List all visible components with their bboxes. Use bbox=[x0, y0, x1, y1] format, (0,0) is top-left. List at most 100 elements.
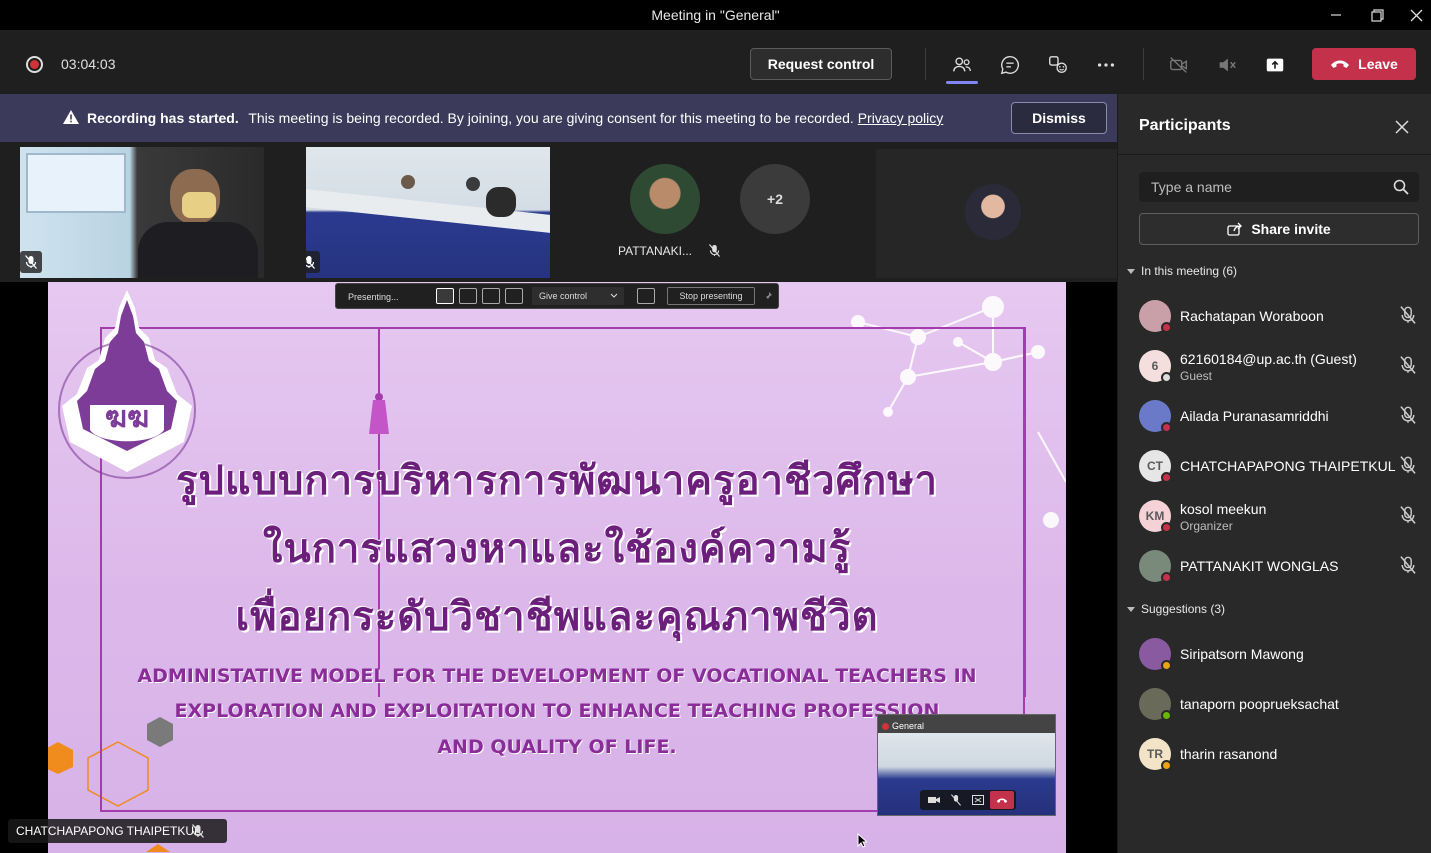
presenting-status: Presenting... bbox=[348, 292, 399, 302]
avatar-initials: KM bbox=[1145, 509, 1165, 523]
participant-role: Organizer bbox=[1180, 519, 1233, 533]
recording-banner-text: Recording has started. This meeting is b… bbox=[87, 110, 943, 126]
leave-label: Leave bbox=[1358, 56, 1398, 72]
restore-icon[interactable] bbox=[1359, 3, 1395, 27]
participant-row[interactable]: CT CHATCHAPAPONG THAIPETKUL bbox=[1118, 440, 1431, 490]
participant-row[interactable]: Ailada Puranasamriddhi bbox=[1118, 390, 1431, 440]
toolbar-divider bbox=[925, 48, 926, 80]
hang-up-icon bbox=[1331, 60, 1350, 68]
share-invite-button[interactable]: Share invite bbox=[1139, 213, 1419, 245]
mic-off-icon[interactable] bbox=[1399, 456, 1417, 474]
participant-avatar bbox=[965, 184, 1021, 240]
close-window-icon[interactable] bbox=[1398, 3, 1431, 27]
active-speaker-name: CHATCHAPAPONG THAIPETKUL bbox=[16, 824, 201, 838]
person-body bbox=[486, 187, 516, 217]
avatar-initials: TR bbox=[1147, 747, 1163, 761]
in-meeting-section-header[interactable]: In this meeting (6) bbox=[1127, 264, 1237, 278]
participants-panel: Participants Share invite In this meetin… bbox=[1117, 94, 1431, 853]
window-title: Meeting in "General" bbox=[651, 7, 780, 23]
mic-off-icon bbox=[192, 824, 204, 838]
slide-thai-title-line-1: รูปแบบการบริหารการพัฒนาครูอาชีวศึกษา bbox=[175, 458, 939, 504]
mic-off-icon[interactable] bbox=[1399, 506, 1417, 524]
mic-off-icon[interactable] bbox=[951, 794, 961, 806]
projected-screen bbox=[26, 153, 126, 213]
hang-up-icon bbox=[996, 798, 1008, 803]
person-head bbox=[401, 175, 415, 189]
participant-row[interactable]: tanaporn pooprueksachat bbox=[1118, 678, 1431, 728]
suggestions-section-label: Suggestions (3) bbox=[1141, 602, 1226, 616]
chat-icon[interactable] bbox=[995, 50, 1025, 80]
pin-icon[interactable] bbox=[763, 291, 773, 301]
layout-standout-icon[interactable] bbox=[459, 288, 477, 304]
participant-avatar[interactable] bbox=[630, 164, 700, 234]
share-tray-icon[interactable] bbox=[972, 795, 984, 805]
participant-row[interactable]: KM kosol meekun Organizer bbox=[1118, 490, 1431, 540]
suggestions-section-header[interactable]: Suggestions (3) bbox=[1127, 602, 1225, 616]
search-icon[interactable] bbox=[1392, 178, 1410, 196]
layout-reporter-icon[interactable] bbox=[505, 288, 523, 304]
video-strip: +2 PATTANAKI... bbox=[0, 142, 1117, 282]
toolbar-divider bbox=[1143, 48, 1144, 80]
participant-row[interactable]: Rachatapan Woraboon bbox=[1118, 290, 1431, 340]
mouse-cursor-icon bbox=[857, 833, 867, 848]
request-control-button[interactable]: Request control bbox=[750, 48, 892, 80]
participant-row[interactable]: PATTANAKIT WONGLAS bbox=[1118, 540, 1431, 590]
participant-search-input[interactable] bbox=[1139, 172, 1389, 202]
presence-status-icon bbox=[1161, 372, 1172, 383]
more-participants-button[interactable]: +2 bbox=[740, 164, 810, 234]
layout-side-by-side-icon[interactable] bbox=[482, 288, 500, 304]
video-tile[interactable] bbox=[876, 149, 1117, 278]
participant-row[interactable]: TR tharin rasanond bbox=[1118, 728, 1431, 778]
active-speaker-label: CHATCHAPAPONG THAIPETKUL bbox=[8, 819, 227, 843]
mic-off-icon bbox=[709, 244, 721, 257]
participant-name-text: PATTANAKI... bbox=[618, 244, 693, 258]
person-body bbox=[138, 222, 258, 278]
breakout-rooms-icon[interactable] bbox=[1043, 50, 1073, 80]
camera-icon[interactable] bbox=[928, 795, 940, 805]
slide-english-line-1: ADMINISTATIVE MODEL FOR THE DEVELOPMENT … bbox=[137, 665, 977, 687]
in-meeting-section-label: In this meeting (6) bbox=[1141, 264, 1238, 278]
include-audio-icon[interactable] bbox=[637, 288, 655, 304]
video-tile[interactable] bbox=[306, 147, 550, 278]
slide-thai-title-line-2: ในการแสวงหาและใช้องค์ความรู้ bbox=[262, 526, 852, 572]
participant-name: PATTANAKIT WONGLAS bbox=[1180, 558, 1339, 574]
participant-name: Rachatapan Woraboon bbox=[1180, 308, 1324, 324]
mic-off-icon[interactable] bbox=[1399, 556, 1417, 574]
presenting-control-bar: Presenting... Give control Stop presenti… bbox=[335, 283, 779, 309]
camera-off-icon[interactable] bbox=[1164, 50, 1194, 80]
title-bar: Meeting in "General" bbox=[0, 0, 1431, 30]
give-control-dropdown[interactable]: Give control bbox=[532, 287, 624, 305]
speaker-muted-icon[interactable] bbox=[1212, 50, 1242, 80]
mic-off-icon[interactable] bbox=[1399, 306, 1417, 324]
minimize-icon[interactable] bbox=[1318, 3, 1354, 27]
participant-name: tharin rasanond bbox=[1180, 746, 1278, 762]
more-actions-icon[interactable] bbox=[1091, 50, 1121, 80]
participant-name: tanaporn pooprueksachat bbox=[1180, 696, 1339, 712]
video-tile[interactable] bbox=[20, 147, 264, 278]
participants-icon[interactable] bbox=[947, 50, 977, 80]
mini-hang-up-button[interactable] bbox=[990, 791, 1014, 809]
dismiss-button[interactable]: Dismiss bbox=[1011, 102, 1107, 134]
mini-meeting-window[interactable]: General bbox=[877, 714, 1056, 816]
privacy-policy-link[interactable]: Privacy policy bbox=[858, 110, 944, 126]
recording-indicator-icon bbox=[26, 56, 43, 73]
participant-name: CHATCHAPAPONG THAIPETKUL bbox=[1180, 458, 1396, 474]
participant-role: Guest bbox=[1180, 369, 1213, 383]
avatar-initials: CT bbox=[1147, 459, 1163, 473]
participants-active-indicator bbox=[946, 81, 978, 84]
mic-off-icon[interactable] bbox=[1399, 406, 1417, 424]
layout-content-only-icon[interactable] bbox=[436, 288, 454, 304]
presence-status-icon bbox=[1161, 760, 1172, 771]
participant-row[interactable]: Siripatsorn Mawong bbox=[1118, 628, 1431, 678]
leave-button[interactable]: Leave bbox=[1312, 48, 1416, 80]
stop-presenting-button[interactable]: Stop presenting bbox=[667, 287, 755, 305]
share-screen-icon[interactable] bbox=[1260, 50, 1290, 80]
presence-status-icon bbox=[1161, 660, 1172, 671]
close-panel-icon[interactable] bbox=[1391, 116, 1413, 138]
warning-icon bbox=[63, 110, 79, 124]
person-head bbox=[466, 177, 480, 191]
mic-off-icon[interactable] bbox=[1399, 356, 1417, 374]
mini-controls bbox=[920, 790, 1016, 810]
participant-row[interactable]: 6 62160184@up.ac.th (Guest) Guest bbox=[1118, 340, 1431, 390]
participant-name: Siripatsorn Mawong bbox=[1180, 646, 1304, 662]
